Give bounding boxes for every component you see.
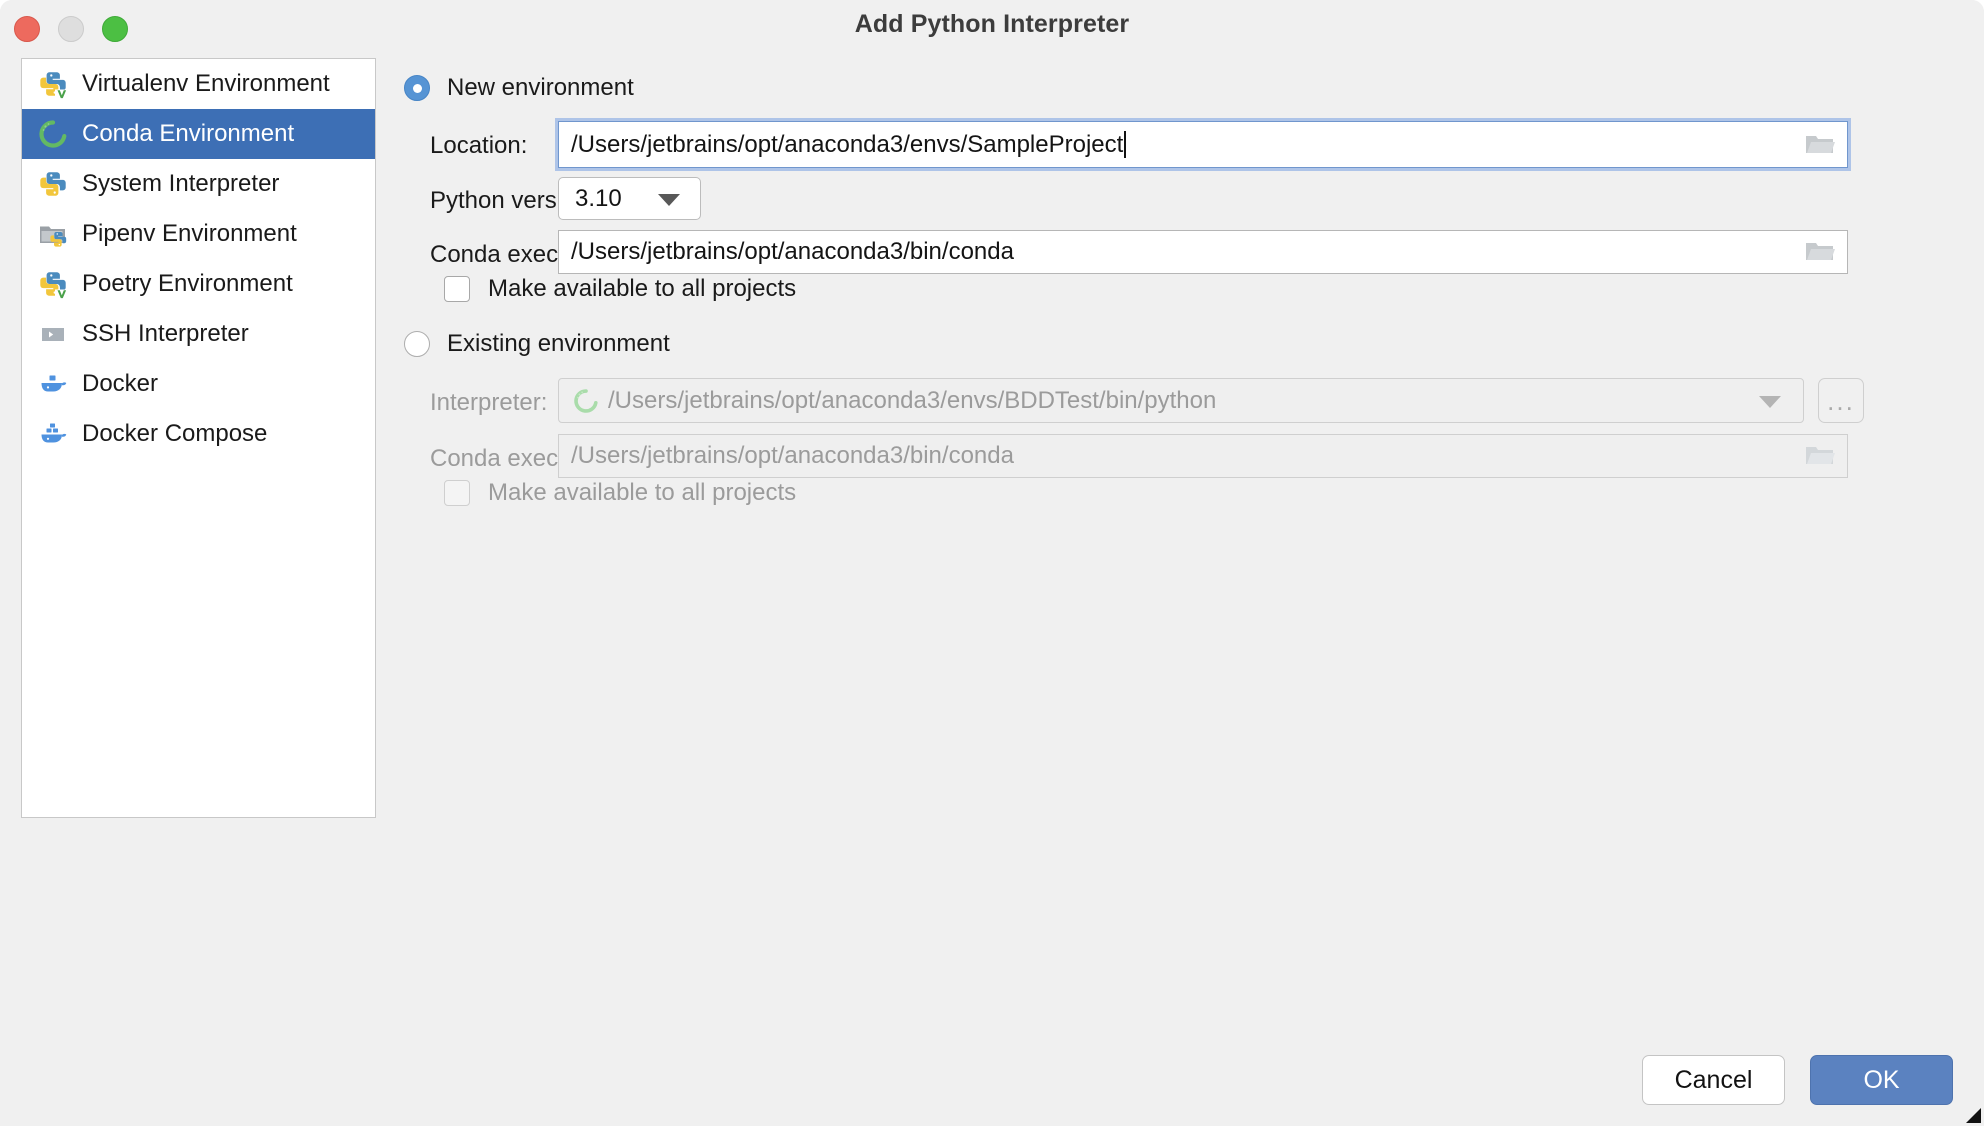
sidebar-item-label: Conda Environment <box>82 122 294 146</box>
interpreter-type-list[interactable]: Virtualenv Environment Conda Environment <box>21 58 376 818</box>
conda-executable-browse-folder-icon[interactable] <box>1805 240 1835 264</box>
existing-environment-radio-label: Existing environment <box>447 330 670 358</box>
sidebar-item-label: Docker <box>82 372 158 396</box>
ok-button[interactable]: OK <box>1810 1055 1953 1105</box>
poetry-icon <box>38 269 68 299</box>
sidebar-item-docker-compose[interactable]: Docker Compose <box>22 409 375 459</box>
pipenv-icon <box>38 219 68 249</box>
existing-make-available-label: Make available to all projects <box>488 479 796 507</box>
sidebar-item-virtualenv-environment[interactable]: Virtualenv Environment <box>22 59 375 109</box>
existing-conda-executable-value: /Users/jetbrains/opt/anaconda3/bin/conda <box>571 442 1014 470</box>
interpreter-label: Interpreter: <box>430 389 547 417</box>
make-available-label: Make available to all projects <box>488 275 796 303</box>
python-icon <box>38 169 68 199</box>
sidebar-item-label: System Interpreter <box>82 172 279 196</box>
location-input[interactable]: /Users/jetbrains/opt/anaconda3/envs/Samp… <box>558 121 1848 168</box>
conda-executable-input[interactable]: /Users/jetbrains/opt/anaconda3/bin/conda <box>558 230 1848 274</box>
resize-grip[interactable] <box>1962 1104 1982 1124</box>
docker-icon <box>38 369 68 399</box>
sidebar-item-label: SSH Interpreter <box>82 322 249 346</box>
existing-conda-executable-input[interactable]: /Users/jetbrains/opt/anaconda3/bin/conda <box>558 434 1848 478</box>
location-browse-folder-icon[interactable] <box>1805 133 1835 157</box>
checkbox-indicator <box>444 276 470 302</box>
sidebar-item-label: Docker Compose <box>82 422 267 446</box>
new-environment-radio[interactable]: New environment <box>404 74 634 102</box>
interpreter-value: /Users/jetbrains/opt/anaconda3/envs/BDDT… <box>608 387 1216 415</box>
sidebar-item-label: Pipenv Environment <box>82 222 297 246</box>
radio-indicator-off <box>404 331 430 357</box>
ssh-terminal-icon <box>38 319 68 349</box>
sidebar-item-pipenv-environment[interactable]: Pipenv Environment <box>22 209 375 259</box>
make-available-all-projects-checkbox[interactable]: Make available to all projects <box>444 275 796 303</box>
python-venv-icon <box>38 69 68 99</box>
sidebar-item-docker[interactable]: Docker <box>22 359 375 409</box>
sidebar-item-system-interpreter[interactable]: System Interpreter <box>22 159 375 209</box>
add-python-interpreter-dialog: Add Python Interpreter Virtualenv Enviro… <box>0 0 1984 1126</box>
sidebar-item-label: Poetry Environment <box>82 272 293 296</box>
checkbox-indicator <box>444 480 470 506</box>
location-label: Location: <box>430 132 527 160</box>
conda-executable-value: /Users/jetbrains/opt/anaconda3/bin/conda <box>571 238 1014 266</box>
chevron-down-icon <box>1759 396 1781 408</box>
settings-pane: New environment Location: /Users/jetbrai… <box>392 58 1962 818</box>
chevron-down-icon <box>658 194 680 206</box>
python-version-select[interactable]: 3.10 <box>558 177 701 220</box>
conda-interpreter-icon <box>573 388 599 414</box>
cancel-button[interactable]: Cancel <box>1642 1055 1785 1105</box>
new-environment-radio-label: New environment <box>447 74 634 102</box>
radio-indicator-on <box>404 75 430 101</box>
python-version-value: 3.10 <box>575 185 622 213</box>
sidebar-item-ssh-interpreter[interactable]: SSH Interpreter <box>22 309 375 359</box>
existing-conda-executable-browse-folder-icon[interactable] <box>1805 444 1835 468</box>
existing-environment-radio[interactable]: Existing environment <box>404 330 670 358</box>
location-input-value: /Users/jetbrains/opt/anaconda3/envs/Samp… <box>571 131 1123 159</box>
sidebar-item-poetry-environment[interactable]: Poetry Environment <box>22 259 375 309</box>
page-title: Add Python Interpreter <box>0 10 1984 39</box>
sidebar-item-label: Virtualenv Environment <box>82 72 330 96</box>
docker-compose-icon <box>38 419 68 449</box>
text-caret <box>1124 131 1126 158</box>
conda-icon <box>38 119 68 149</box>
title-bar: Add Python Interpreter <box>0 0 1984 55</box>
interpreter-browse-button[interactable]: ... <box>1818 378 1864 423</box>
interpreter-select[interactable]: /Users/jetbrains/opt/anaconda3/envs/BDDT… <box>558 378 1804 423</box>
sidebar-item-conda-environment[interactable]: Conda Environment <box>22 109 375 159</box>
existing-make-available-all-projects-checkbox[interactable]: Make available to all projects <box>444 479 796 507</box>
